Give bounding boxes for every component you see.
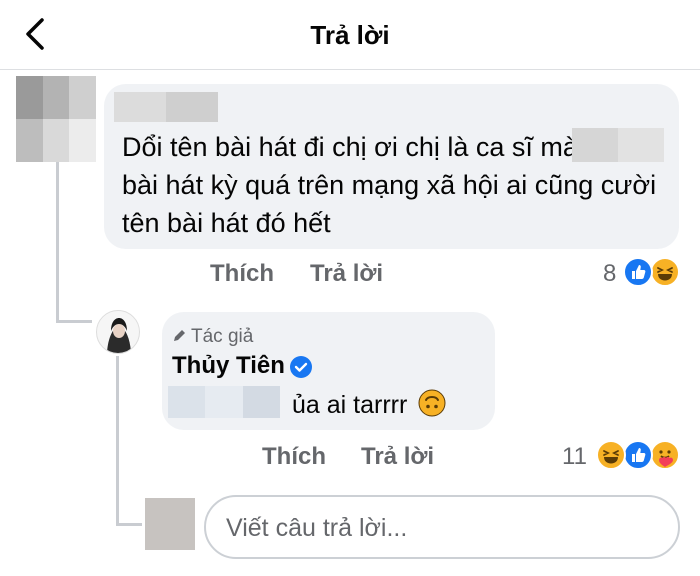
thread-line-vertical	[56, 162, 59, 322]
reply-reaction-count[interactable]: 11	[562, 443, 587, 471]
comment-actions-reply: Trả lời	[310, 260, 383, 288]
reply-input[interactable]	[226, 513, 656, 543]
like-reaction-icon	[623, 440, 653, 470]
censored-mention	[168, 386, 280, 418]
avatar-censored[interactable]	[16, 76, 96, 162]
author-tag-label: Tác giả	[191, 326, 254, 347]
verified-badge-icon	[290, 356, 312, 378]
care-reaction-icon	[650, 440, 680, 470]
comment-bubble: Dổi tên bài hát đi chị ơi chị là ca sĩ m…	[104, 84, 679, 249]
reply-button[interactable]: Trả lời	[310, 260, 383, 287]
reaction-count[interactable]: 8	[603, 260, 616, 288]
upside-down-face-icon	[418, 389, 446, 417]
reply-actions: Thích	[262, 443, 326, 471]
like-reaction-icon	[623, 257, 653, 287]
reply-bubble: Tác giả Thủy Tiên ủa ai tarrrr	[162, 312, 495, 430]
header-bar: Trả lời	[0, 0, 700, 70]
author-tag: Tác giả	[172, 326, 253, 348]
reply-actions-reply: Trả lời	[361, 443, 434, 471]
thread-line-vertical-reply	[116, 356, 119, 526]
reply-like-button[interactable]: Thích	[262, 443, 326, 470]
haha-reaction-icon	[650, 257, 680, 287]
commenter-name-censored	[114, 92, 218, 122]
page-title: Trả lời	[310, 20, 390, 50]
thread-line-branch-composer	[116, 523, 142, 526]
author-avatar[interactable]	[96, 310, 140, 354]
reply-text: ủa ai tarrrr	[292, 389, 446, 420]
haha-reaction-icon	[596, 440, 626, 470]
author-name[interactable]: Thủy Tiên	[172, 352, 285, 380]
like-button[interactable]: Thích	[210, 260, 274, 287]
reply-composer[interactable]	[204, 495, 680, 559]
pencil-icon	[174, 330, 185, 341]
censored-singer-name	[572, 128, 664, 162]
comment-actions: Thích	[210, 260, 274, 288]
current-user-avatar[interactable]	[145, 498, 195, 550]
reply-reply-button[interactable]: Trả lời	[361, 443, 434, 470]
thread-line-branch	[56, 320, 92, 323]
reply-text-content: ủa ai tarrrr	[292, 391, 408, 419]
